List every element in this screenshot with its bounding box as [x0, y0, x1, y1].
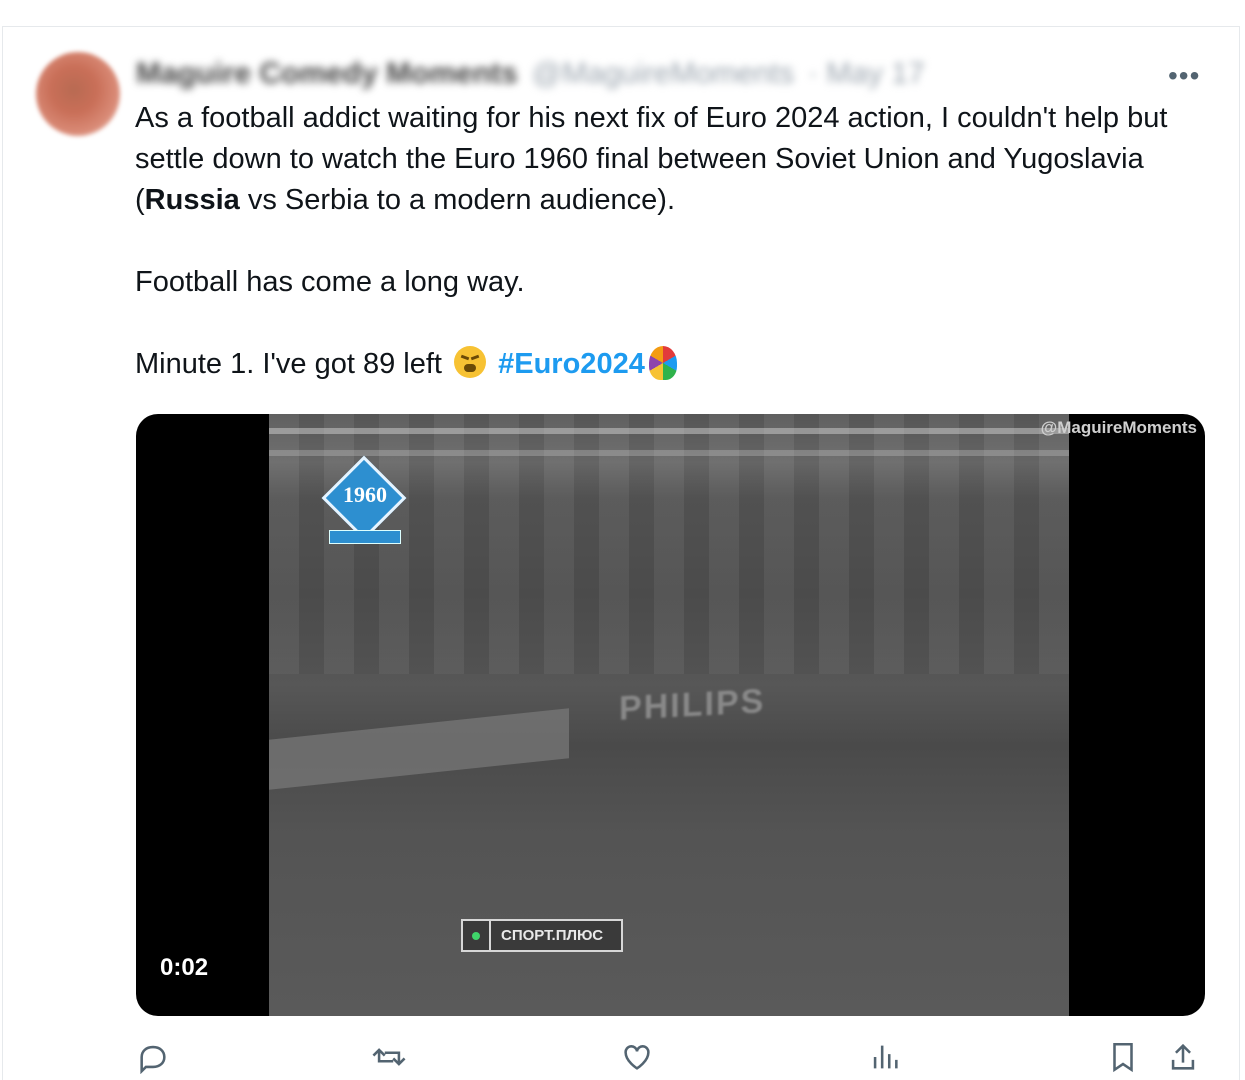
channel-label: СПОРТ.ПЛЮС: [501, 927, 604, 944]
author-handle[interactable]: @MaguireMoments: [532, 57, 794, 91]
like-icon[interactable]: [620, 1040, 660, 1070]
advertising-board: [269, 708, 569, 790]
channel-dot-icon: [463, 921, 491, 950]
video-watermark: @MaguireMoments: [1040, 418, 1197, 437]
retweet-icon[interactable]: [372, 1040, 412, 1070]
channel-badge: СПОРТ.ПЛЮС: [461, 919, 623, 952]
bookmark-icon[interactable]: [1106, 1040, 1146, 1073]
tweet-text: As a football addict waiting for his nex…: [135, 98, 1195, 385]
tweet-paragraph-1: As a football addict waiting for his nex…: [135, 102, 1168, 216]
tweet-actions: [136, 1040, 1205, 1080]
bold-word: Russia: [144, 184, 240, 216]
avatar[interactable]: [36, 52, 120, 136]
logo-year: 1960: [343, 482, 387, 507]
euro-1960-logo: 1960: [321, 455, 407, 544]
author-name[interactable]: Maguire Comedy Moments: [136, 57, 518, 91]
video-timer: 0:02: [160, 954, 209, 981]
tweet-paragraph-2: Football has come a long way.: [135, 266, 525, 298]
weary-face-icon: [454, 346, 487, 378]
euro-trophy-icon: [648, 346, 677, 380]
tweet-header: Maguire Comedy Moments @MaguireMoments ·…: [136, 56, 925, 92]
hashtag-link[interactable]: #Euro2024: [498, 348, 645, 380]
tweet-paragraph-3: Minute 1. I've got 89 left #Euro2024: [135, 344, 1195, 385]
ads-text: PHILIPS: [619, 682, 766, 728]
share-icon[interactable]: [1166, 1040, 1206, 1070]
reply-icon[interactable]: [136, 1040, 176, 1075]
tweet-date[interactable]: · May 17: [808, 57, 925, 91]
video-player[interactable]: PHILIPS СПОРТ.ПЛЮС 1960 @MaguireMoments …: [136, 414, 1205, 1016]
more-options-icon[interactable]: •••: [1168, 60, 1200, 92]
views-icon[interactable]: [868, 1040, 908, 1070]
